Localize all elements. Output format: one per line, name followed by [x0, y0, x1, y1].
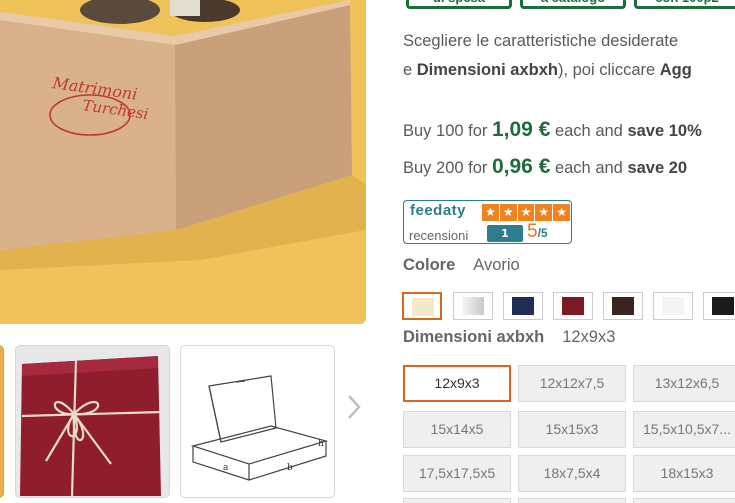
instructions-text: Scegliere le caratteristiche desiderate …	[403, 27, 735, 85]
size-option[interactable]: 15x14x5	[403, 411, 511, 448]
size-option[interactable]: 13x12x6,5	[633, 365, 735, 402]
size-option[interactable]: 15x15x3	[518, 411, 626, 448]
thumbnail-box-diagram[interactable]: a b h	[180, 345, 335, 498]
star-icon: ★	[535, 204, 553, 221]
swatch-bianco[interactable]	[653, 292, 693, 320]
rating-stars: ★ ★ ★ ★ ★	[482, 204, 570, 221]
swatch-blu[interactable]	[503, 292, 543, 320]
thumbnail-partial[interactable]	[0, 345, 4, 498]
review-count: 1	[487, 225, 523, 242]
size-option[interactable]: 18x15x3	[633, 455, 735, 492]
colour-label: Colore Avorio	[403, 256, 520, 274]
feedaty-logo: feedaty	[410, 202, 467, 219]
star-icon: ★	[517, 204, 535, 221]
size-option-partial[interactable]	[518, 498, 626, 503]
dimensions-label: Dimensioni axbxh 12x9x3	[403, 328, 616, 346]
svg-text:a: a	[223, 463, 229, 473]
size-option[interactable]: 17,5x17,5x5	[403, 455, 511, 492]
size-option-partial[interactable]	[633, 498, 735, 503]
swatch-avorio[interactable]	[402, 292, 442, 320]
swatch-nero[interactable]	[703, 292, 735, 320]
star-icon: ★	[482, 204, 499, 221]
swatch-marrone[interactable]	[603, 292, 643, 320]
size-option[interactable]: 18x7,5x4	[518, 455, 626, 492]
svg-text:h: h	[318, 439, 324, 449]
thumbnail-red-gift-box[interactable]	[15, 345, 170, 498]
instructions-line1: Scegliere le caratteristiche desiderate	[403, 32, 679, 50]
size-option[interactable]: 12x9x3	[403, 365, 511, 402]
bulk-offer-100: Buy 100 for 1,09 € each and save 10%	[403, 118, 702, 141]
feedaty-rating-badge[interactable]: feedaty ★ ★ ★ ★ ★ recensioni 1 5/5	[403, 200, 572, 244]
bulk-offer-200: Buy 200 for 0,96 € each and save 20	[403, 155, 688, 178]
chevron-right-icon[interactable]	[344, 392, 364, 422]
top-button-catalogo[interactable]: a catalogo	[520, 0, 626, 9]
star-icon: ★	[499, 204, 517, 221]
rating-score: 5/5	[527, 221, 548, 242]
svg-text:b: b	[287, 463, 293, 473]
swatch-argento[interactable]	[453, 292, 493, 320]
swatch-bordeaux[interactable]	[553, 292, 593, 320]
dimensions-value: 12x9x3	[562, 328, 616, 346]
star-icon: ★	[553, 204, 570, 221]
instructions-line2: e Dimensioni axbxh), poi cliccare Agg	[403, 61, 692, 79]
size-option-partial[interactable]	[403, 498, 511, 503]
reviews-label: recensioni	[409, 228, 469, 243]
top-button-100p2[interactable]: con 100p2	[634, 0, 735, 9]
top-button-spesa[interactable]: di spesa	[406, 0, 512, 9]
size-option[interactable]: 15,5x10,5x7...	[633, 411, 735, 448]
product-main-image[interactable]: Matrimoni Turchesi	[0, 0, 366, 324]
size-option[interactable]: 12x12x7,5	[518, 365, 626, 402]
colour-value: Avorio	[473, 256, 520, 274]
